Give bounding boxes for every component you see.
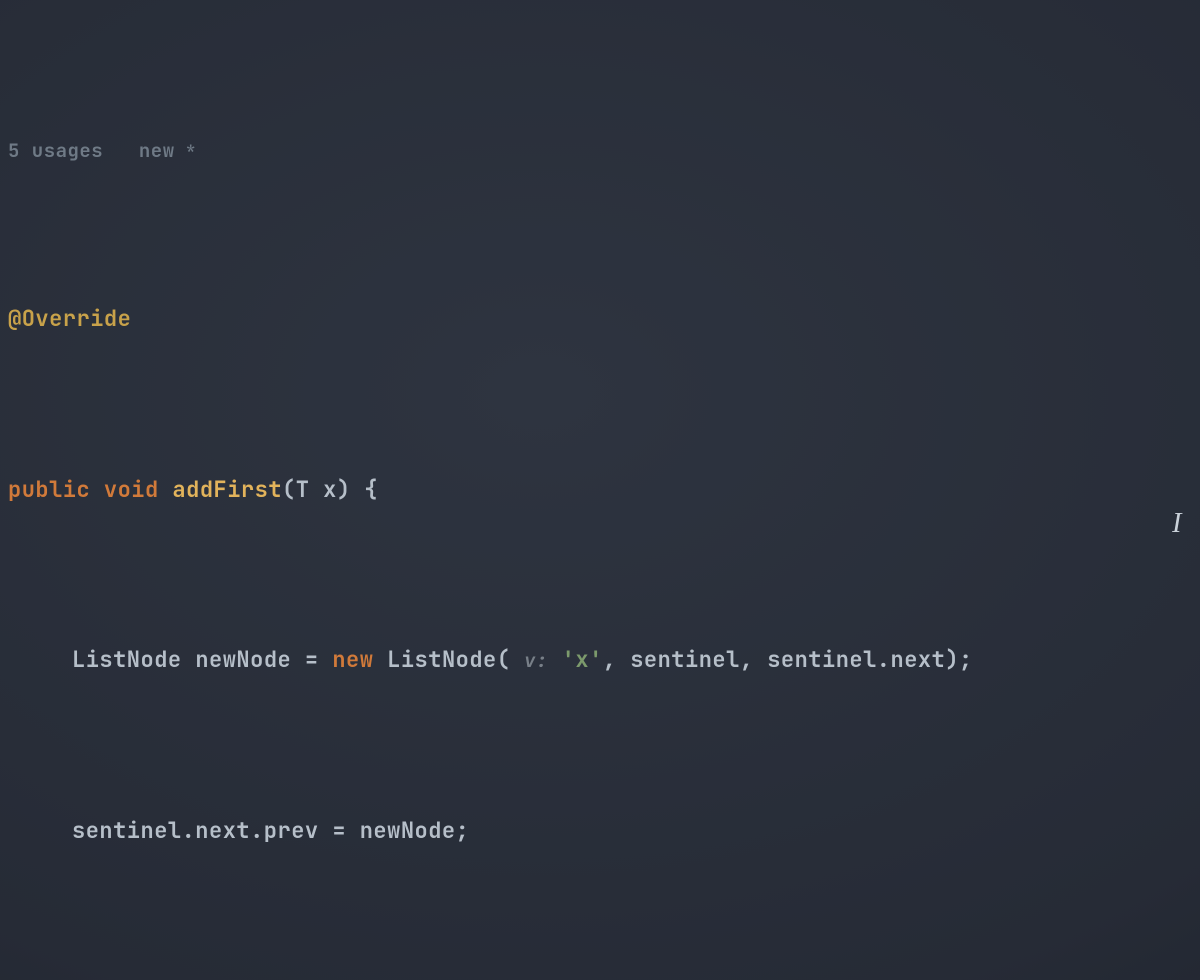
- code-line[interactable]: ListNode newNode = new ListNode( v: 'x',…: [8, 643, 1200, 677]
- string-literal: 'x': [562, 645, 603, 674]
- semicolon: ;: [959, 645, 973, 674]
- equals: =: [305, 645, 319, 674]
- keyword-new: new: [332, 645, 373, 674]
- constructor: ListNode: [387, 645, 497, 674]
- semicolon: ;: [456, 816, 470, 845]
- inlay-hint[interactable]: 5 usages new *: [8, 136, 1200, 165]
- comma: ,: [603, 645, 617, 674]
- code-line[interactable]: public void addFirst(T x) {: [8, 473, 1200, 507]
- ident: sentinel: [630, 645, 740, 674]
- vcs-star-icon: *: [187, 139, 196, 161]
- type: T: [296, 475, 310, 504]
- keyword-void: void: [104, 475, 159, 504]
- ident: sentinel.next.prev: [72, 816, 319, 845]
- lparen: (: [497, 645, 511, 674]
- var: newNode: [195, 645, 291, 674]
- rparen: ): [945, 645, 959, 674]
- ident: newNode: [360, 816, 456, 845]
- annotation: @Override: [8, 304, 131, 333]
- method-name: addFirst: [172, 475, 282, 504]
- rparen: ): [337, 475, 351, 504]
- ident: sentinel.next: [767, 645, 945, 674]
- param-hint: v:: [524, 648, 548, 673]
- usages-count[interactable]: 5 usages: [8, 138, 103, 163]
- code-line[interactable]: @Override: [8, 302, 1200, 336]
- lbrace: {: [364, 475, 378, 504]
- keyword-public: public: [8, 475, 90, 504]
- comma: ,: [740, 645, 754, 674]
- author-name[interactable]: new: [139, 138, 175, 163]
- equals: =: [332, 816, 346, 845]
- lparen: (: [282, 475, 296, 504]
- type: ListNode: [72, 645, 182, 674]
- param: x: [323, 475, 337, 504]
- code-line[interactable]: sentinel.next.prev = newNode;: [8, 814, 1200, 848]
- text-cursor-icon: I: [1172, 502, 1182, 545]
- code-editor[interactable]: 5 usages new * @Override public void add…: [0, 0, 1200, 980]
